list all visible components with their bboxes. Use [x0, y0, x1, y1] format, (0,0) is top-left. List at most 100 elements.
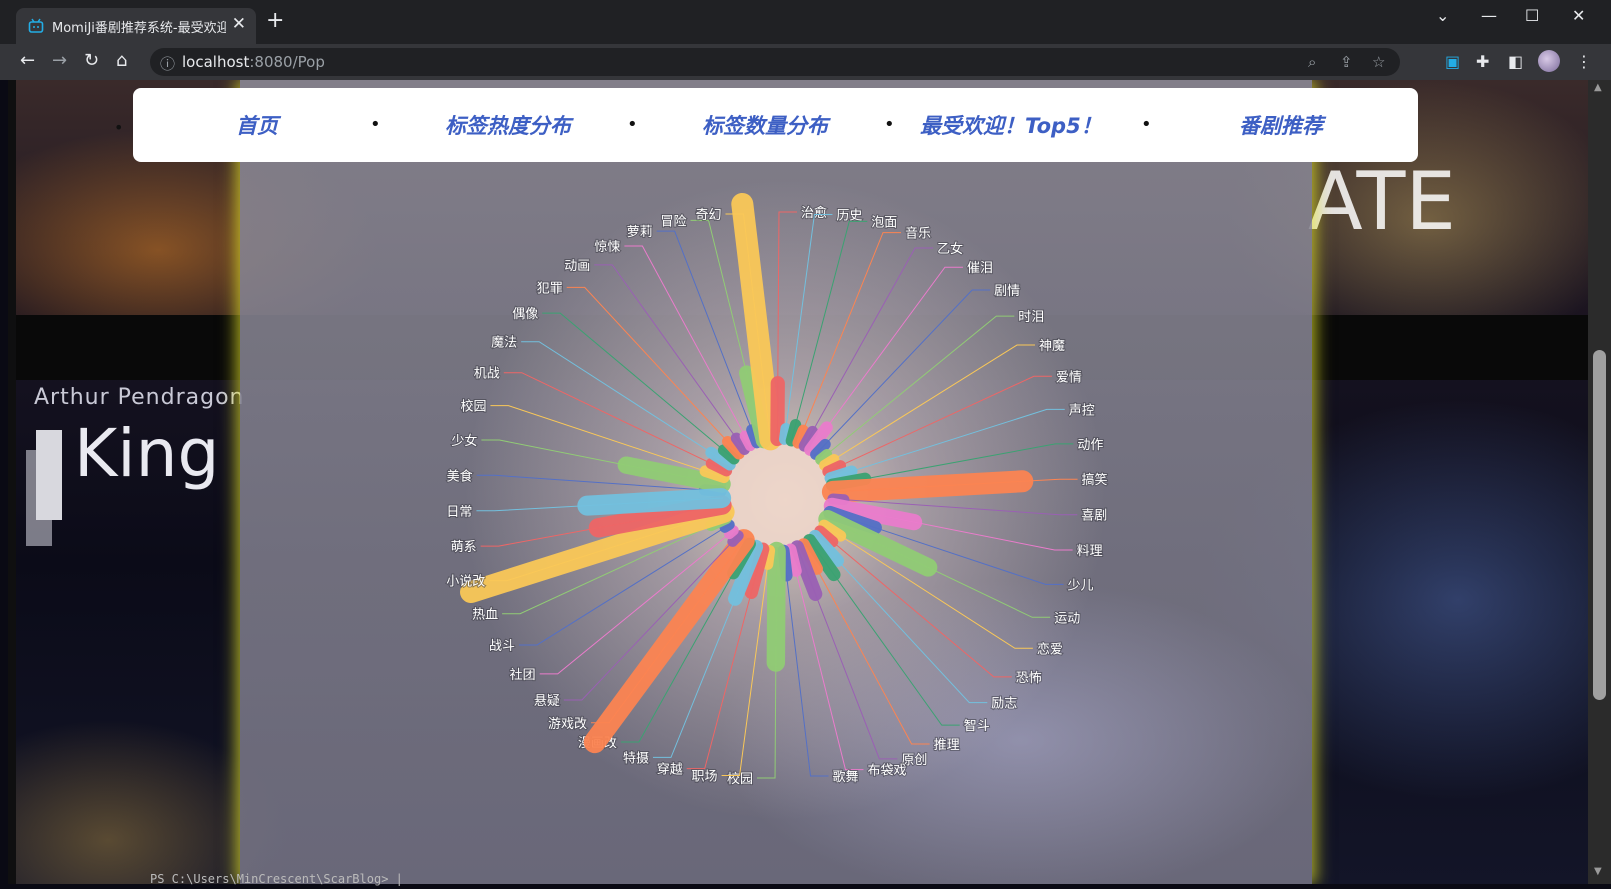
- category-label: 催泪: [967, 261, 993, 276]
- category-label: 热血: [472, 608, 498, 623]
- scroll-down-icon[interactable]: ▼: [1594, 866, 1602, 877]
- arrow-right-icon[interactable]: →: [52, 50, 67, 71]
- scrollbar[interactable]: ▲ ▼: [1588, 80, 1611, 884]
- banner-text: ATE: [1308, 155, 1456, 248]
- arrow-left-icon[interactable]: ←: [20, 50, 35, 71]
- category-label: 运动: [1054, 611, 1080, 626]
- category-label: 推理: [934, 738, 960, 753]
- browser-tab[interactable]: MomiJi番剧推荐系统-最受欢迎的 ✕: [16, 8, 256, 44]
- hero-subtitle: Arthur Pendragon: [34, 385, 245, 410]
- category-label: 恐怖: [1016, 670, 1042, 686]
- category-label: 社团: [510, 667, 536, 683]
- category-label: 职场: [692, 770, 718, 785]
- label-leader-line: [521, 341, 732, 467]
- url-text[interactable]: localhost:8080/Pop: [182, 53, 325, 71]
- zoom-icon[interactable]: ⌕: [1308, 53, 1316, 71]
- category-label: 乙女: [937, 241, 963, 257]
- rose-chart: 美食少女校园机战魔法偶像犯罪动画惊悚萝莉冒险 奇幻 治愈 历史 泡面音乐乙女催泪剧情时泪…: [445, 192, 1109, 788]
- new-tab-button[interactable]: +: [266, 8, 284, 33]
- category-label: 美食: [447, 468, 473, 484]
- left-strip: [8, 80, 16, 884]
- category-label: 智斗: [964, 719, 990, 734]
- category-label: 萌系: [451, 540, 477, 555]
- category-label: 时泪: [1018, 310, 1044, 325]
- category-label: 魔法: [491, 336, 517, 351]
- nav-dot: •: [114, 118, 124, 137]
- category-label: 悬疑: [534, 693, 560, 709]
- minimize-icon[interactable]: —: [1481, 6, 1497, 25]
- category-label: 料理: [1077, 544, 1103, 559]
- category-label: 日常: [446, 505, 472, 520]
- tab-title: MomiJi番剧推荐系统-最受欢迎的: [52, 21, 226, 36]
- category-label: 少女: [451, 433, 477, 449]
- category-label: 喜剧: [1081, 509, 1107, 524]
- label-leader-line: [783, 213, 833, 442]
- category-label: 恋爱: [1037, 641, 1063, 657]
- address-bar[interactable]: ⓘ localhost:8080/Pop ⌕ ⇪ ☆: [150, 48, 1400, 76]
- category-label: 犯罪: [537, 281, 563, 296]
- category-label: 战斗: [489, 639, 515, 654]
- url-path: :8080/Pop: [249, 53, 325, 71]
- label-leader-line: [542, 312, 736, 461]
- tab-search-icon[interactable]: ⌄: [1436, 6, 1449, 25]
- label-leader-line: [796, 232, 902, 446]
- label-leader-line: [813, 289, 991, 457]
- avatar[interactable]: [1538, 50, 1560, 72]
- category-label: 特摄: [623, 751, 649, 766]
- extension-icon[interactable]: ▣: [1445, 52, 1460, 71]
- share-icon[interactable]: ⇪: [1340, 53, 1353, 71]
- label-leader-line: [825, 375, 1052, 473]
- label-leader-line: [566, 286, 741, 456]
- category-label: 搞笑: [1082, 472, 1108, 488]
- home-icon[interactable]: ⌂: [116, 50, 127, 71]
- category-label: 神魔: [1039, 339, 1065, 354]
- category-label: 冒险: [661, 214, 687, 229]
- label-leader-line: [503, 372, 729, 473]
- bilibili-tv-icon: [28, 18, 44, 33]
- category-label: 音乐: [905, 226, 931, 242]
- scroll-thumb[interactable]: [1593, 350, 1606, 700]
- category-label: 爱情: [1056, 370, 1082, 385]
- side-panel-icon[interactable]: ◧: [1508, 52, 1523, 71]
- category-label: 声控: [1069, 403, 1095, 418]
- category-label: 奇幻: [695, 207, 721, 223]
- label-leader-line: [490, 405, 726, 479]
- terminal-line: PS C:\Users\MinCrescent\ScarBlog> |: [150, 872, 403, 886]
- label-leader-line: [802, 542, 930, 745]
- hero-decoration-bar: [36, 430, 62, 520]
- label-leader-line: [790, 220, 868, 443]
- maximize-icon[interactable]: ☐: [1525, 6, 1539, 25]
- scroll-up-icon[interactable]: ▲: [1594, 82, 1602, 93]
- category-label: 泡面: [871, 215, 897, 230]
- category-label: 偶像: [512, 307, 538, 322]
- url-host: localhost: [182, 53, 250, 71]
- label-leader-line: [624, 245, 752, 448]
- category-label: 励志: [991, 697, 1017, 712]
- category-label: 剧情: [994, 284, 1020, 299]
- star-icon[interactable]: ☆: [1372, 53, 1385, 71]
- kebab-menu-icon[interactable]: ⋮: [1576, 52, 1592, 71]
- category-label: 小说改: [446, 575, 485, 590]
- category-label: 穿越: [657, 762, 683, 778]
- category-label: 动画: [564, 259, 590, 274]
- browser-toolbar: ← → ↻ ⌂ ⓘ localhost:8080/Pop ⌕ ⇪ ☆ ▣ ✚ ◧…: [0, 44, 1611, 80]
- category-label: 惊悚: [594, 240, 620, 255]
- category-label: 机战: [474, 367, 500, 382]
- reload-icon[interactable]: ↻: [84, 50, 99, 71]
- info-icon[interactable]: ⓘ: [160, 53, 175, 74]
- category-label: 少儿: [1068, 578, 1094, 593]
- category-label: 动作: [1077, 438, 1103, 453]
- label-leader-line: [828, 408, 1065, 480]
- label-leader-line: [594, 264, 746, 452]
- close-window-icon[interactable]: ✕: [1572, 6, 1585, 25]
- hero-title: King: [74, 415, 220, 492]
- label-leader-line: [789, 547, 864, 771]
- label-leader-line: [822, 344, 1035, 467]
- category-label: 游戏改: [548, 717, 587, 732]
- puzzle-icon[interactable]: ✚: [1476, 52, 1489, 71]
- label-leader-line: [822, 523, 1033, 649]
- label-leader-line: [802, 247, 934, 449]
- close-tab-icon[interactable]: ✕: [232, 14, 246, 34]
- category-label: 歌舞: [833, 770, 859, 785]
- category-label: 布袋戏: [867, 764, 906, 779]
